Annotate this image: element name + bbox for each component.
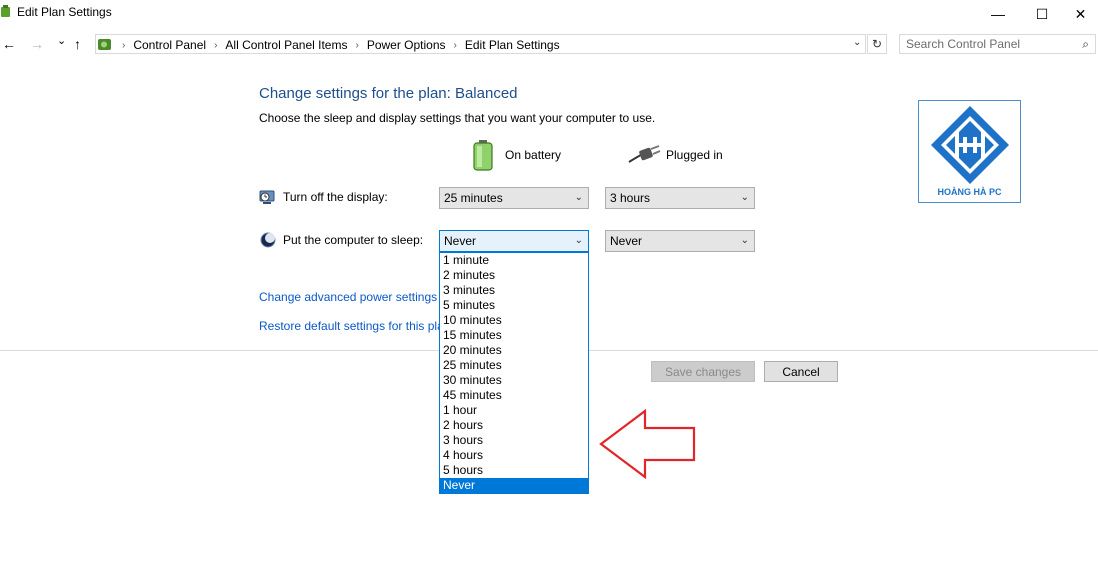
breadcrumb-control-panel[interactable]: Control Panel [133,38,206,52]
address-dropdown-button[interactable]: ⌄ [853,37,861,48]
chevron-down-icon: ⌄ [741,231,749,251]
option-2-minutes[interactable]: 2 minutes [440,268,588,283]
restore-defaults-link[interactable]: Restore default settings for this pla [259,319,444,333]
option-1-minute[interactable]: 1 minute [440,253,588,268]
hoang-ha-pc-logo: HOÀNG HÀ PC [918,100,1021,203]
sleep-battery-value: Never [444,234,476,248]
search-box[interactable]: ⌕ [899,34,1096,54]
chevron-down-icon: ⌄ [575,188,583,208]
breadcrumb-separator[interactable]: › [454,40,457,51]
sleep-battery-select[interactable]: Never ⌄ [439,230,589,252]
option-30-minutes[interactable]: 30 minutes [440,373,588,388]
breadcrumb-separator[interactable]: › [214,40,217,51]
sleep-options-list[interactable]: 1 minute 2 minutes 3 minutes 5 minutes 1… [439,252,589,494]
option-25-minutes[interactable]: 25 minutes [440,358,588,373]
chevron-down-icon: ⌄ [741,188,749,208]
option-5-hours[interactable]: 5 hours [440,463,588,478]
control-panel-icon [97,37,113,55]
breadcrumb-separator: › [122,40,125,51]
on-battery-label: On battery [505,148,561,162]
sleep-plugged-value: Never [610,234,642,248]
page-title: Change settings for the plan: Balanced [259,85,518,102]
power-plug-icon [627,143,661,168]
option-3-hours[interactable]: 3 hours [440,433,588,448]
battery-icon [471,139,495,174]
title-bar: Edit Plan Settings — ☐ ✕ [0,0,1098,28]
option-1-hour[interactable]: 1 hour [440,403,588,418]
power-options-icon [0,4,12,18]
advanced-settings-link[interactable]: Change advanced power settings [259,290,437,304]
refresh-button[interactable]: ↻ [867,34,887,54]
option-2-hours[interactable]: 2 hours [440,418,588,433]
up-button[interactable]: ↑ [74,36,81,52]
chevron-down-icon: ⌄ [575,231,583,251]
breadcrumb: › Control Panel › All Control Panel Item… [114,38,560,52]
display-battery-value: 25 minutes [444,191,503,205]
sleep-label: Put the computer to sleep: [283,233,423,247]
forward-button[interactable]: → [30,36,44,52]
breadcrumb-power-options[interactable]: Power Options [367,38,446,52]
window-title: Edit Plan Settings [17,5,112,19]
option-45-minutes[interactable]: 45 minutes [440,388,588,403]
close-button[interactable]: ✕ [1063,0,1098,28]
display-battery-select[interactable]: 25 minutes ⌄ [439,187,589,209]
recent-locations-button[interactable]: ⌄ [57,34,66,47]
breadcrumb-all-items[interactable]: All Control Panel Items [225,38,347,52]
option-4-hours[interactable]: 4 hours [440,448,588,463]
option-3-minutes[interactable]: 3 minutes [440,283,588,298]
option-never[interactable]: Never [440,478,588,493]
annotation-arrow-icon [598,408,698,483]
page-description: Choose the sleep and display settings th… [259,111,655,125]
save-changes-button[interactable]: Save changes [651,361,755,382]
sleep-icon [260,232,276,251]
maximize-button[interactable]: ☐ [1019,0,1065,28]
search-icon[interactable]: ⌕ [1082,37,1089,52]
option-15-minutes[interactable]: 15 minutes [440,328,588,343]
breadcrumb-separator[interactable]: › [355,40,358,51]
cancel-button[interactable]: Cancel [764,361,838,382]
logo-text: HOÀNG HÀ PC [919,187,1020,197]
plugged-in-label: Plugged in [666,148,723,162]
option-10-minutes[interactable]: 10 minutes [440,313,588,328]
display-icon [259,189,275,208]
breadcrumb-edit-plan[interactable]: Edit Plan Settings [465,38,560,52]
turn-off-display-label: Turn off the display: [283,190,388,204]
sleep-plugged-select[interactable]: Never ⌄ [605,230,755,252]
search-input[interactable] [900,35,1076,53]
option-5-minutes[interactable]: 5 minutes [440,298,588,313]
minimize-button[interactable]: — [975,0,1021,28]
back-button[interactable]: ← [2,36,16,52]
display-plugged-select[interactable]: 3 hours ⌄ [605,187,755,209]
display-plugged-value: 3 hours [610,191,650,205]
option-20-minutes[interactable]: 20 minutes [440,343,588,358]
